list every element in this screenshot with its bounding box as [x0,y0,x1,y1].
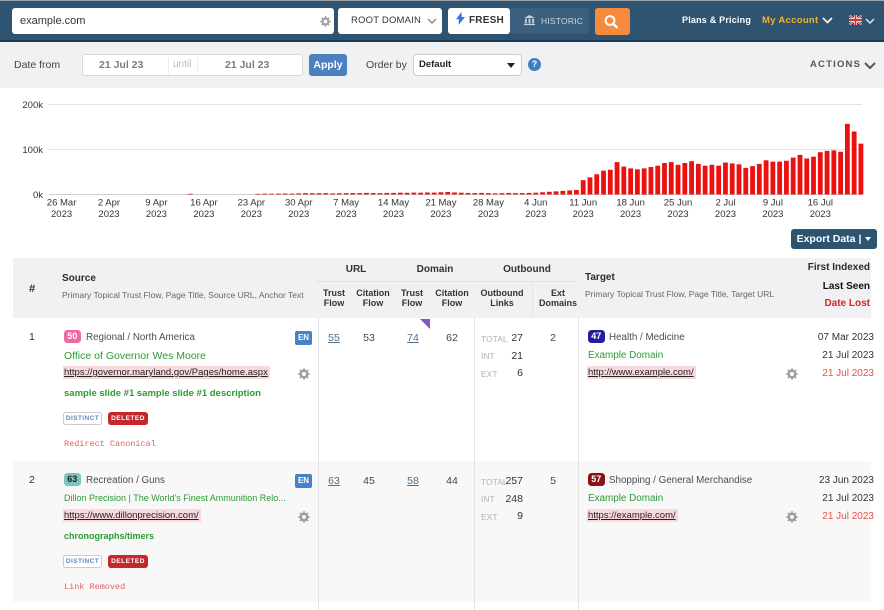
svg-text:2023: 2023 [810,209,831,220]
svg-text:14 May: 14 May [378,198,409,209]
svg-text:2023: 2023 [146,209,167,220]
svg-text:4 Jun: 4 Jun [524,198,547,209]
svg-text:2023: 2023 [288,209,309,220]
svg-text:2 Apr: 2 Apr [98,198,120,209]
svg-text:2023: 2023 [430,209,451,220]
svg-text:2023: 2023 [525,209,546,220]
svg-text:2023: 2023 [478,209,499,220]
svg-text:25 Jun: 25 Jun [664,198,693,209]
svg-text:16 Apr: 16 Apr [190,198,217,209]
svg-text:2023: 2023 [667,209,688,220]
svg-text:2023: 2023 [620,209,641,220]
svg-text:9 Apr: 9 Apr [145,198,167,209]
svg-text:2023: 2023 [383,209,404,220]
svg-text:28 May: 28 May [473,198,504,209]
svg-text:21 May: 21 May [425,198,456,209]
svg-text:26 Mar: 26 Mar [47,198,77,209]
svg-text:7 May: 7 May [333,198,359,209]
svg-text:30 Apr: 30 Apr [285,198,312,209]
svg-text:2 Jul: 2 Jul [715,198,735,209]
svg-text:0k: 0k [33,190,43,201]
svg-text:2023: 2023 [51,209,72,220]
svg-text:100k: 100k [22,145,43,156]
svg-text:200k: 200k [22,100,43,111]
svg-text:2023: 2023 [573,209,594,220]
svg-text:16 Jul: 16 Jul [808,198,833,209]
svg-text:18 Jun: 18 Jun [616,198,645,209]
svg-text:2023: 2023 [193,209,214,220]
svg-text:2023: 2023 [336,209,357,220]
svg-text:2023: 2023 [241,209,262,220]
svg-text:2023: 2023 [715,209,736,220]
svg-text:9 Jul: 9 Jul [763,198,783,209]
svg-text:23 Apr: 23 Apr [238,198,265,209]
svg-text:2023: 2023 [762,209,783,220]
svg-text:11 Jun: 11 Jun [569,198,597,209]
svg-text:2023: 2023 [98,209,119,220]
